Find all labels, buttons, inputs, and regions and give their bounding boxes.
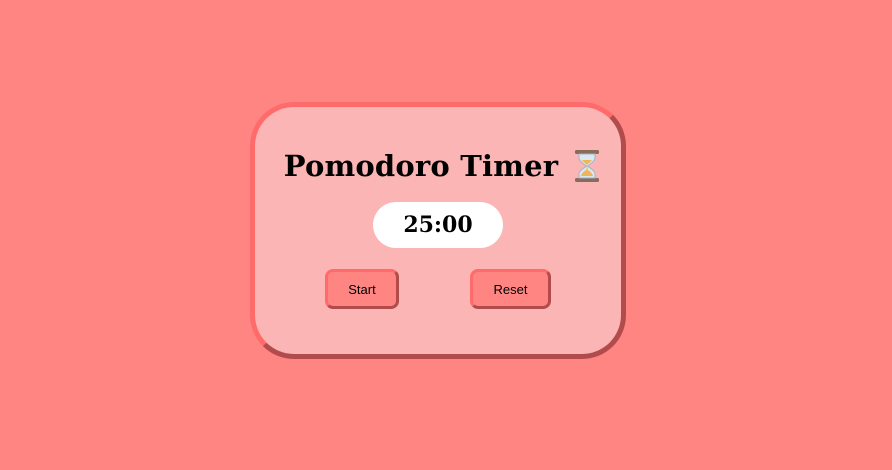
hourglass-icon	[572, 149, 602, 183]
page-title: Pomodoro Timer	[283, 149, 559, 183]
start-button[interactable]: Start	[325, 269, 399, 309]
reset-button[interactable]: Reset	[470, 269, 551, 309]
time-display: 25:00	[373, 202, 503, 248]
title-row: Pomodoro Timer	[255, 145, 621, 187]
timer-card: Pomodoro Timer 25:00 Start Reset	[250, 102, 626, 359]
page: Pomodoro Timer 25:00 Start Reset	[0, 0, 892, 470]
